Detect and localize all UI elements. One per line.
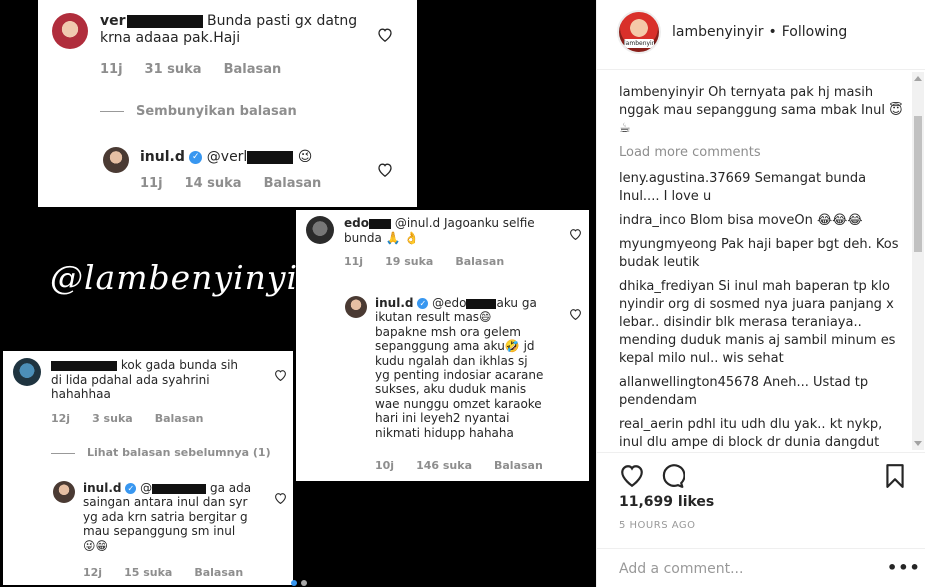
scrollbar-thumb[interactable] — [914, 116, 922, 252]
comment-username[interactable]: allanwellington45678 — [619, 375, 759, 390]
likes-count[interactable]: 11,699 likes — [619, 494, 714, 510]
comment-redacted: kok gada bunda sih di lida pdahal ada sy… — [3, 351, 293, 429]
like-heart-icon[interactable] — [619, 463, 645, 489]
comment-text: kok gada bunda sih di lida pdahal ada sy… — [51, 358, 239, 402]
screenshot-card-1: ver Bunda pasti gx datng krna adaaa pak.… — [38, 0, 417, 207]
comment-text: Blom bisa moveOn 😂😂😂 — [690, 213, 863, 228]
post-sidebar: lambenyinyir lambenyinyir • Following lamb… — [596, 0, 925, 587]
follow-status[interactable]: Following — [782, 24, 848, 40]
comment-meta: 12j 3 suka Balasan — [51, 412, 204, 425]
reply-inul: inul.d ✓ @edo aku ga ikutan result mas😄 b… — [296, 292, 589, 477]
caption: lambenyinyir Oh ternyata pak hj masih ng… — [619, 84, 909, 138]
hide-replies: Sembunyikan balasan — [100, 104, 297, 119]
view-previous-replies: Lihat balasan sebelumnya (1) — [51, 446, 271, 459]
separator: • — [768, 24, 777, 40]
reply-meta: 12j 15 suka Balasan — [83, 566, 244, 579]
heart-icon — [570, 229, 581, 240]
comment-username[interactable]: dhika_frediyan — [619, 279, 714, 294]
scroll-up-arrow-icon[interactable] — [914, 76, 922, 81]
reply-text: inul.d ✓ @ ga ada saingan antara inul da… — [83, 481, 252, 553]
caption-username[interactable]: lambenyinyir — [619, 85, 704, 100]
avatar-badge: lambenyinyir — [624, 39, 661, 48]
watermark: @lambenyinyir — [50, 258, 315, 297]
comment-bubble-icon[interactable] — [659, 463, 685, 489]
comments-scrollbar[interactable] — [912, 72, 924, 450]
header-user-line: lambenyinyir • Following — [672, 24, 847, 40]
redaction — [126, 14, 203, 28]
avatar — [306, 216, 334, 244]
comment-username[interactable]: myungmyeong — [619, 237, 717, 252]
avatar — [53, 481, 75, 503]
add-comment-input[interactable] — [619, 559, 879, 579]
avatar — [13, 358, 41, 386]
comment-ver: ver Bunda pasti gx datng krna adaaa pak.… — [38, 0, 417, 90]
comment-text: ver Bunda pasti gx datng krna adaaa pak.… — [100, 13, 358, 47]
screenshot-card-2: edo @inul.d Jagoanku selfie bunda 🙏 👌 11… — [296, 210, 589, 481]
carousel-dot — [301, 580, 307, 586]
heart-icon — [378, 163, 392, 177]
screenshot-card-3: kok gada bunda sih di lida pdahal ada sy… — [3, 351, 293, 585]
heart-icon — [570, 309, 581, 320]
add-comment-bar: ••• — [597, 548, 925, 587]
avatar — [103, 147, 129, 173]
comment-username[interactable]: indra_inco — [619, 213, 686, 228]
comment: indra_inco Blom bisa moveOn 😂😂😂 — [619, 212, 909, 230]
bookmark-icon[interactable] — [882, 463, 908, 489]
avatar — [52, 13, 88, 49]
comment-username[interactable]: leny.agustina.37669 — [619, 171, 750, 186]
scroll-down-arrow-icon[interactable] — [914, 441, 922, 446]
comment-meta: 11j 31 suka Balasan — [100, 62, 282, 77]
comment: dhika_frediyan Si inul mah baperan tp kl… — [619, 278, 909, 368]
heart-icon — [378, 28, 392, 42]
heart-icon — [275, 493, 286, 504]
load-more-comments[interactable]: Load more comments — [619, 144, 909, 162]
reply-text: inul.d ✓ @verl 😉 — [140, 149, 313, 165]
comment: real_aerin pdhl itu udh dlu yak.. kt nyk… — [619, 416, 909, 450]
comment-text: edo @inul.d Jagoanku selfie bunda 🙏 👌 — [344, 216, 535, 245]
avatar — [345, 296, 367, 318]
reply-meta: 11j 14 suka Balasan — [140, 176, 322, 191]
carousel-dots — [291, 571, 311, 587]
post-timestamp[interactable]: 5 HOURS AGO — [619, 520, 696, 531]
reply-inul: inul.d ✓ @ ga ada saingan antara inul da… — [3, 477, 293, 583]
reply-text: inul.d ✓ @edo aku ga ikutan result mas😄 b… — [375, 296, 544, 440]
comment-edo: edo @inul.d Jagoanku selfie bunda 🙏 👌 11… — [296, 210, 589, 280]
author-username[interactable]: lambenyinyir — [672, 24, 763, 40]
heart-icon — [275, 370, 286, 381]
carousel-dot-active — [291, 580, 297, 586]
author-avatar[interactable]: lambenyinyir — [617, 10, 661, 54]
comments-list: lambenyinyir Oh ternyata pak hj masih ng… — [619, 84, 909, 450]
post-actions: 11,699 likes 5 HOURS AGO ••• — [597, 452, 925, 587]
comment: allanwellington45678 Aneh... Ustad tp pe… — [619, 374, 909, 410]
comment: myungmyeong Pak haji baper bgt deh. Kos … — [619, 236, 909, 272]
comment-meta: 11j 19 suka Balasan — [344, 255, 505, 268]
post-image: ver Bunda pasti gx datng krna adaaa pak.… — [0, 0, 596, 587]
comment: leny.agustina.37669 Semangat bunda Inul.… — [619, 170, 909, 206]
more-options-icon[interactable]: ••• — [887, 558, 921, 577]
reply-meta: 10j 146 suka Balasan — [375, 459, 543, 472]
reply-inul: inul.d ✓ @verl 😉 11j 14 suka Balasan — [38, 138, 417, 203]
post-header: lambenyinyir lambenyinyir • Following — [597, 0, 925, 70]
comment-username[interactable]: real_aerin — [619, 417, 683, 432]
